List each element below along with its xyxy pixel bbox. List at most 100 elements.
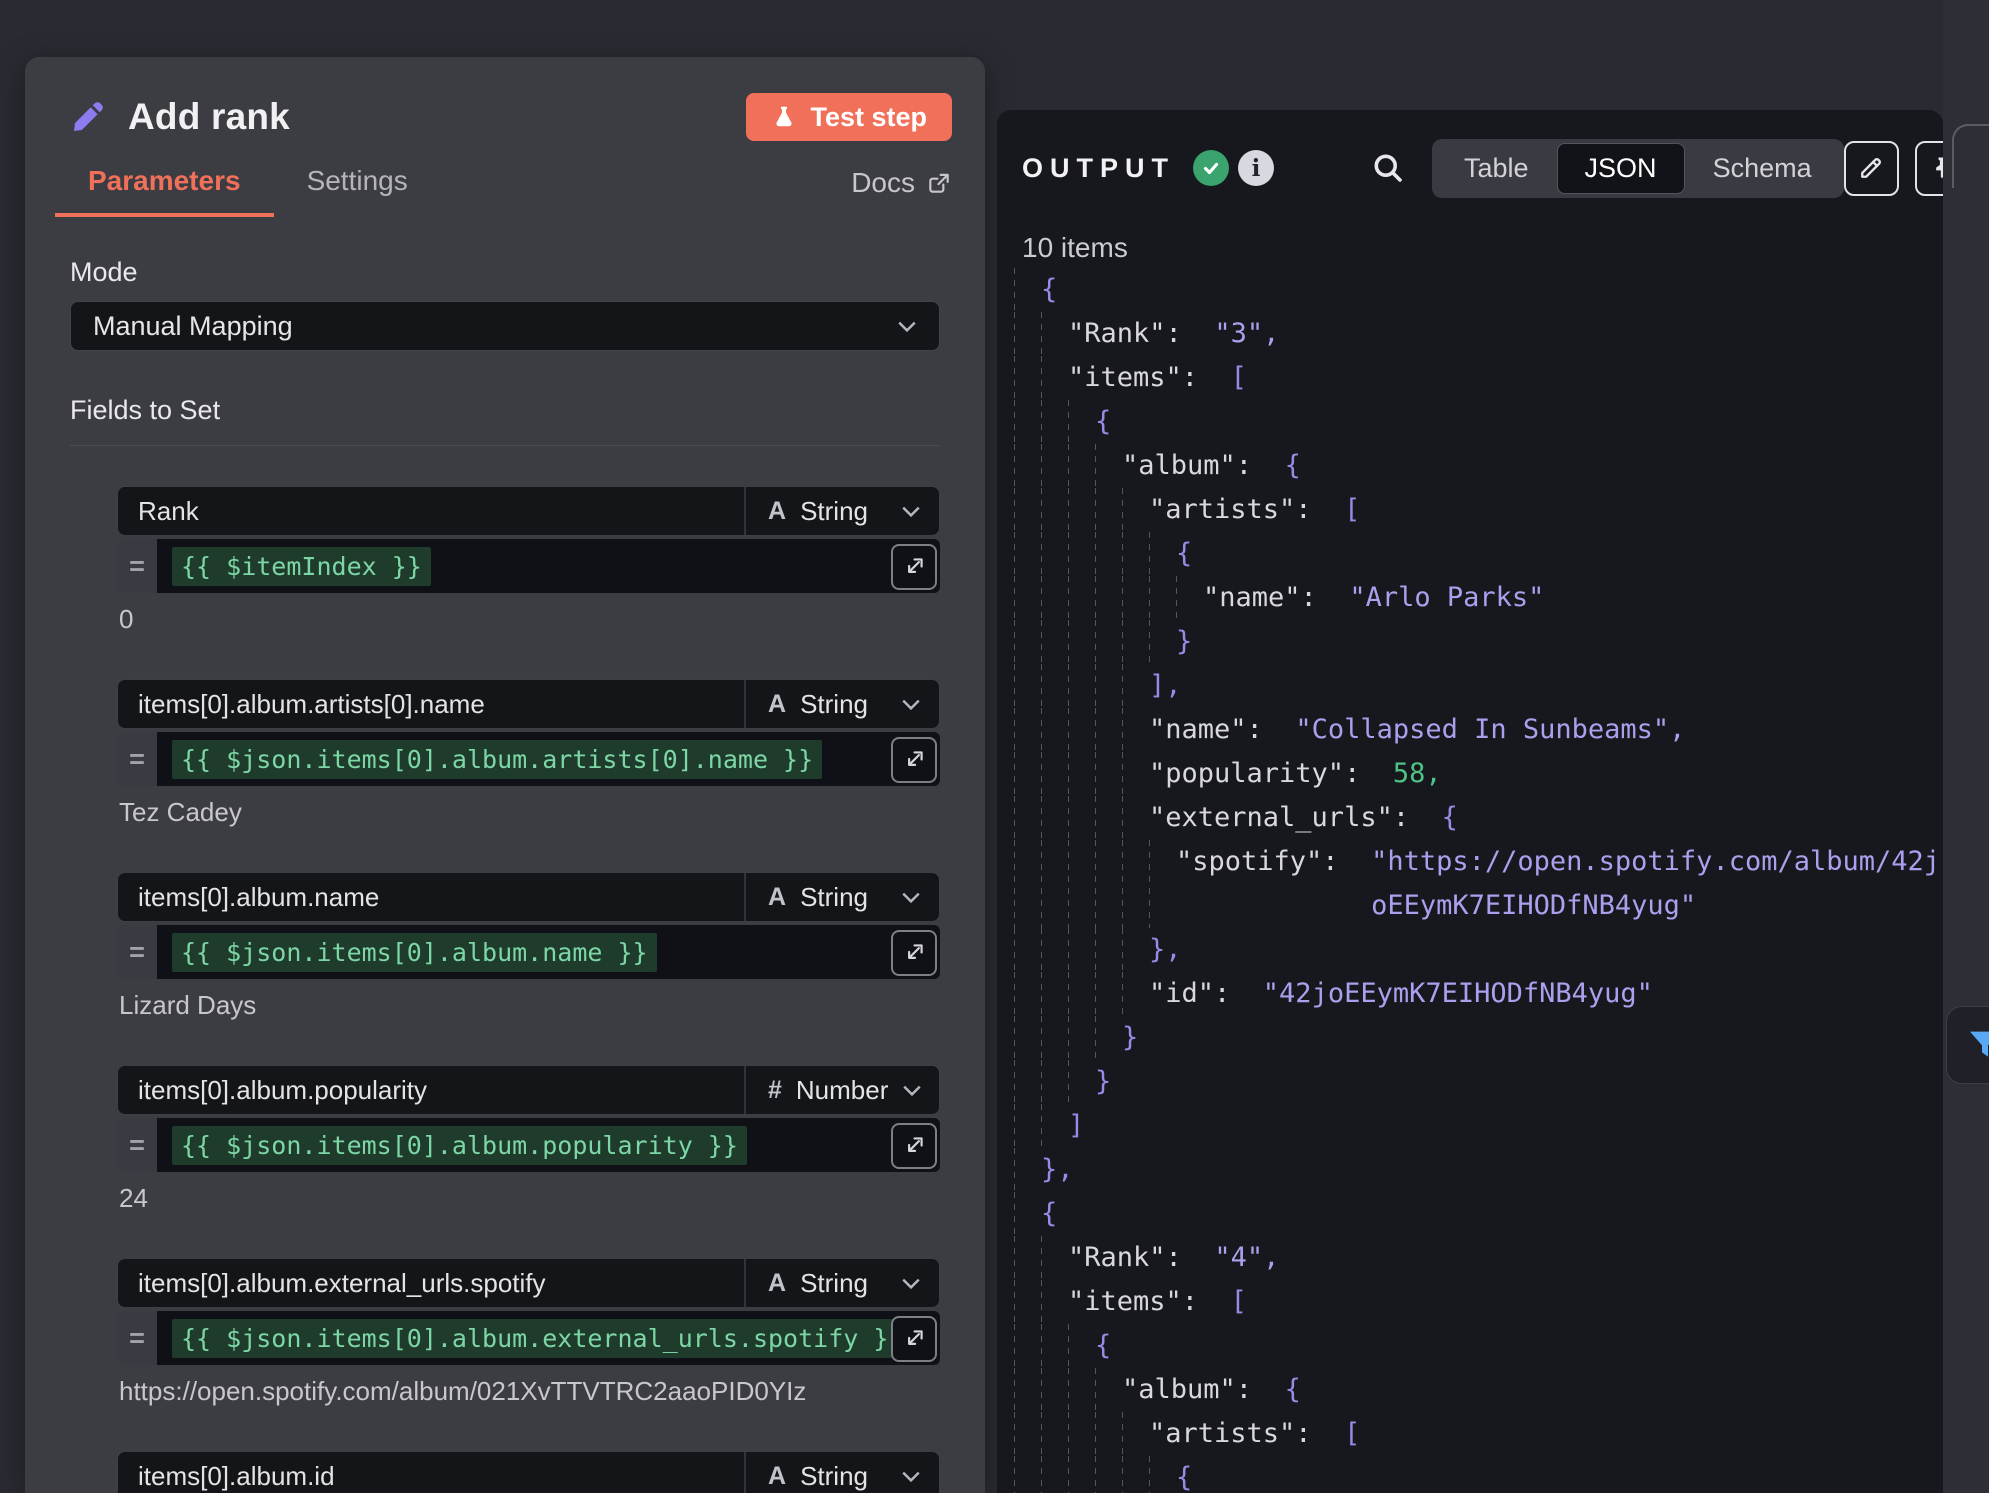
indent-guide [1014,1192,1041,1236]
expand-expression-button[interactable] [891,1316,937,1362]
field-name-row: items[0].album.external_urls.spotify A S… [117,1258,940,1308]
expression-input[interactable]: {{ $json.items[0].album.external_urls.sp… [157,1311,940,1365]
json-line: { [1014,1324,1943,1368]
indent-guide [1068,752,1095,796]
field-group: items[0].album.external_urls.spotify A S… [117,1258,940,1407]
expand-expression-button[interactable] [891,930,937,976]
expression-input[interactable]: {{ $itemIndex }} [157,539,940,593]
field-name-input[interactable]: items[0].album.name [118,873,746,921]
tab-schema-view[interactable]: Schema [1685,143,1840,194]
output-header: OUTPUT i Table JSON Schema [1022,140,1923,196]
indent-guide [1149,840,1176,928]
chevron-down-icon [901,1470,921,1483]
indent-guide [1068,576,1095,620]
field-type-select[interactable]: # Number [746,1066,939,1114]
expand-icon [901,554,927,580]
json-line: "artists": [ [1014,488,1943,532]
json-line: "album": { [1014,444,1943,488]
field-name-input[interactable]: items[0].album.popularity [118,1066,746,1114]
tab-json-view[interactable]: JSON [1557,143,1685,194]
json-line: "Rank": "4", [1014,1236,1943,1280]
indent-guide [1149,576,1176,620]
search-icon[interactable] [1370,150,1406,186]
indent-guide [1122,1412,1149,1456]
field-type-select[interactable]: A String [746,873,939,921]
indent-guide [1068,1060,1095,1104]
indent-guide [1122,576,1149,620]
type-label: String [800,1268,887,1299]
tab-settings[interactable]: Settings [274,165,441,217]
test-step-label: Test step [810,102,927,133]
indent-guide [1068,708,1095,752]
json-line: "Rank": "3", [1014,312,1943,356]
equals-prefix: = [117,539,157,593]
output-title: OUTPUT [1022,153,1175,184]
expand-expression-button[interactable] [891,737,937,783]
tab-table-view[interactable]: Table [1436,143,1557,194]
page-title: Add rank [128,96,290,138]
indent-guide [1041,312,1068,356]
indent-guide [1041,1456,1068,1493]
field-group: items[0].album.artists[0].name A String … [117,679,940,828]
indent-guide [1041,840,1068,928]
test-step-button[interactable]: Test step [746,93,952,141]
indent-guide [1068,664,1095,708]
docs-label: Docs [851,167,915,199]
field-type-select[interactable]: A String [746,680,939,728]
info-icon[interactable]: i [1238,150,1274,186]
field-type-select[interactable]: A String [746,1452,939,1493]
indent-guide [1095,664,1122,708]
expand-icon [901,1133,927,1159]
type-label: String [800,882,887,913]
expand-icon [901,940,927,966]
output-panel: OUTPUT i Table JSON Schema [997,110,1943,1493]
equals-prefix: = [117,1118,157,1172]
expand-expression-button[interactable] [891,1123,937,1169]
chevron-down-icon [901,505,921,518]
field-type-select[interactable]: A String [746,1259,939,1307]
field-group: Rank A String = {{ $itemIndex }} [117,486,940,635]
field-name-input[interactable]: items[0].album.id [118,1452,746,1493]
json-line: "artists": [ [1014,1412,1943,1456]
indent-guide [1095,928,1122,972]
expression-input[interactable]: {{ $json.items[0].album.artists[0].name … [157,732,940,786]
field-name-input[interactable]: Rank [118,487,746,535]
indent-guide [1122,1456,1149,1493]
flask-icon [771,104,797,130]
chevron-down-icon [901,1277,921,1290]
json-tree: {"Rank": "3","items": [{"album": {"artis… [1014,268,1943,1493]
indent-guide [1014,444,1041,488]
json-line: "album": { [1014,1368,1943,1412]
funnel-icon [1965,1025,1989,1065]
docs-link[interactable]: Docs [851,167,952,217]
edit-output-button[interactable] [1844,141,1899,196]
expression-text: {{ $itemIndex }} [172,547,431,586]
indent-guide [1095,576,1122,620]
indent-guide [1014,620,1041,664]
indent-guide [1014,664,1041,708]
tab-parameters[interactable]: Parameters [55,165,274,217]
expression-input[interactable]: {{ $json.items[0].album.name }} [157,925,940,979]
indent-guide [1014,1412,1041,1456]
indent-guide [1041,532,1068,576]
external-link-icon [926,170,952,196]
expand-expression-button[interactable] [891,544,937,590]
expression-row: = {{ $json.items[0].album.external_urls.… [117,1311,940,1365]
filter-button[interactable] [1946,1006,1989,1084]
mode-select[interactable]: Manual Mapping [70,301,940,351]
pin-data-button[interactable] [1915,141,1943,196]
indent-guide [1095,488,1122,532]
indent-guide [1122,972,1149,1016]
number-type-icon: # [768,1076,782,1105]
indent-guide [1122,488,1149,532]
json-line: "name": "Collapsed In Sunbeams", [1014,708,1943,752]
expression-row: = {{ $json.items[0].album.popularity }} [117,1118,940,1172]
json-line: { [1014,268,1943,312]
field-name-input[interactable]: items[0].album.artists[0].name [118,680,746,728]
indent-guide [1041,1060,1068,1104]
field-name-input[interactable]: items[0].album.external_urls.spotify [118,1259,746,1307]
json-line: { [1014,1192,1943,1236]
indent-guide [1041,488,1068,532]
expression-input[interactable]: {{ $json.items[0].album.popularity }} [157,1118,940,1172]
field-type-select[interactable]: A String [746,487,939,535]
